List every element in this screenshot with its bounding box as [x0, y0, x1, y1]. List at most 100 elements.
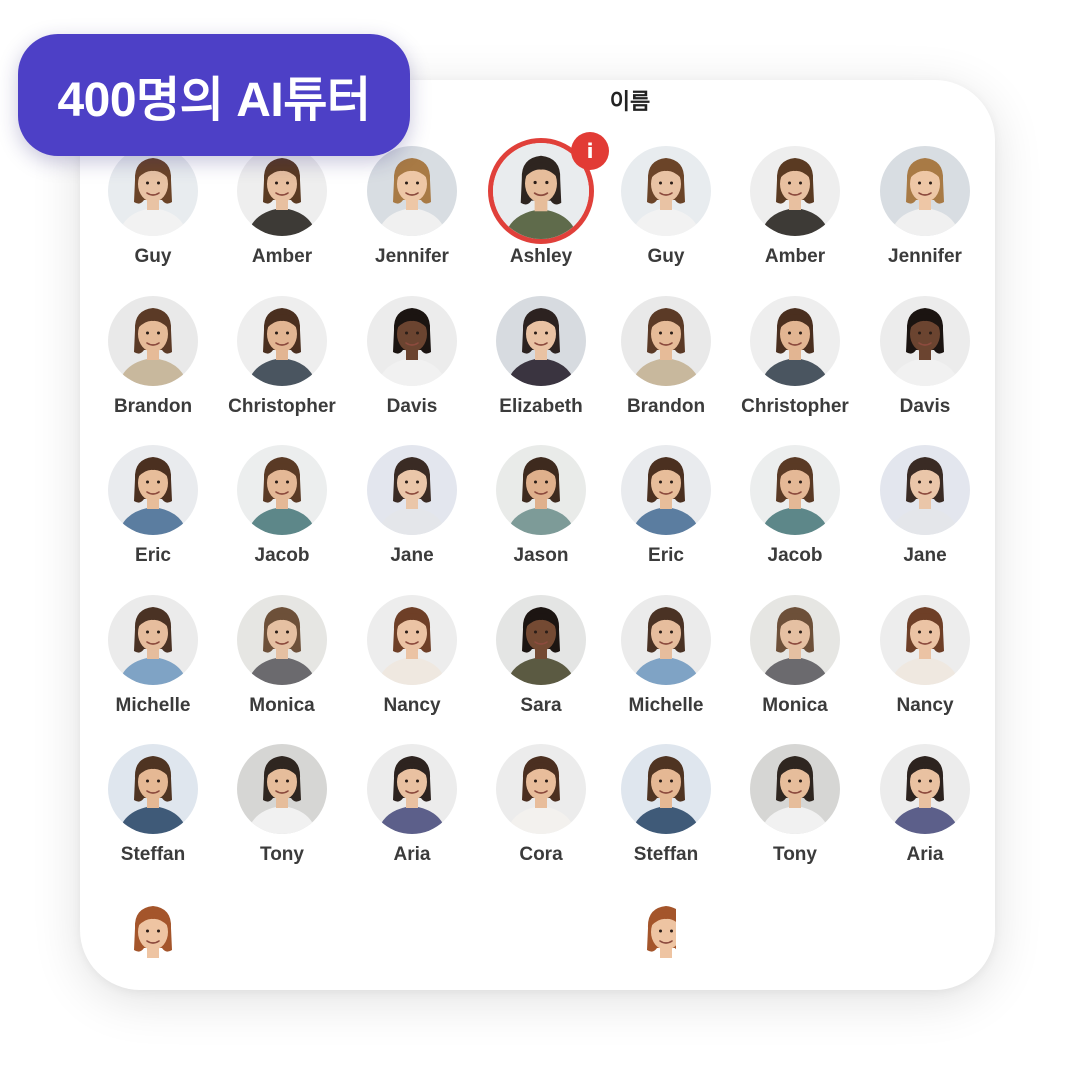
tutor-avatar — [237, 296, 327, 386]
tutor-name: Tony — [773, 844, 817, 865]
tutor-item[interactable]: Brandon — [601, 296, 731, 436]
tutor-item[interactable]: Michelle — [88, 595, 218, 735]
tutor-item[interactable]: Tony — [217, 744, 347, 884]
tutor-item[interactable]: Davis — [860, 296, 990, 436]
tutor-item[interactable]: Aria — [347, 744, 477, 884]
tutor-avatar — [367, 445, 457, 535]
tutor-item[interactable]: Christopher — [730, 296, 860, 436]
tutor-avatar — [496, 744, 586, 834]
tutor-name: Guy — [647, 246, 685, 267]
tutor-item[interactable]: i Ashley — [476, 132, 609, 286]
tutor-item[interactable]: Davis — [347, 296, 477, 436]
tutor-name: Jane — [390, 545, 434, 566]
tutor-item[interactable]: Cora — [476, 744, 606, 884]
tutor-name: Davis — [386, 396, 438, 417]
tutor-avatar — [108, 744, 198, 834]
tutor-item[interactable]: Eric — [601, 445, 731, 585]
tutor-name: Amber — [251, 246, 313, 267]
tutor-avatar — [237, 744, 327, 834]
tutor-item[interactable]: Michelle — [601, 595, 731, 735]
tutor-item[interactable]: Monica — [217, 595, 347, 735]
tutor-item[interactable]: Nancy — [347, 595, 477, 735]
tutor-item[interactable]: Aria — [860, 744, 990, 884]
tutor-avatar — [750, 296, 840, 386]
tutor-item[interactable]: Sara — [476, 595, 606, 735]
info-icon[interactable]: i — [571, 132, 609, 170]
tutor-item[interactable]: Jennifer — [347, 146, 477, 286]
tutor-name: Brandon — [113, 396, 193, 417]
tutor-name: Guy — [134, 246, 172, 267]
tutor-avatar — [621, 445, 711, 535]
tutor-item[interactable]: Jason — [476, 445, 606, 585]
tutor-avatar — [621, 296, 711, 386]
tutor-list-card: 이름 Guy Amber Jennifer i Ashley Guy Amber Jennif… — [80, 80, 995, 990]
tutor-avatar — [880, 595, 970, 685]
tutor-avatar — [237, 146, 327, 236]
tutor-name: Brandon — [626, 396, 706, 417]
tutor-name: Jennifer — [375, 246, 449, 267]
tutor-name: Aria — [906, 844, 944, 865]
tutor-item[interactable]: Brandon — [88, 296, 218, 436]
tutor-item[interactable]: Guy — [88, 146, 218, 286]
tutor-name: Christopher — [228, 396, 336, 417]
tutor-item[interactable]: Elizabeth — [476, 296, 606, 436]
tutor-item[interactable]: Amber — [217, 146, 347, 286]
tutor-item[interactable]: Jacob — [730, 445, 860, 585]
tutor-item[interactable]: Guy — [601, 146, 731, 286]
tutor-avatar — [367, 595, 457, 685]
tutor-item[interactable]: Amber — [730, 146, 860, 286]
tutor-avatar — [108, 296, 198, 386]
tutor-avatar-partial[interactable] — [621, 894, 676, 984]
tutor-avatar — [750, 146, 840, 236]
tutor-avatar — [621, 146, 711, 236]
column-header-name: 이름 — [609, 89, 651, 114]
tutor-item[interactable]: Jane — [347, 445, 477, 585]
tutor-name: Davis — [899, 396, 951, 417]
tutor-avatar — [750, 744, 840, 834]
tutor-item[interactable]: Jane — [860, 445, 990, 585]
tutor-name: Jane — [903, 545, 947, 566]
tutor-avatar — [621, 744, 711, 834]
tutor-item[interactable]: Eric — [88, 445, 218, 585]
tutor-item[interactable]: Steffan — [601, 744, 731, 884]
tutor-avatar — [367, 146, 457, 236]
tutor-avatar — [880, 744, 970, 834]
tutor-avatar — [750, 445, 840, 535]
tutor-item[interactable]: Steffan — [88, 744, 218, 884]
tutor-avatar-partial[interactable] — [108, 894, 198, 984]
tutor-name: Steffan — [120, 844, 186, 865]
tutor-name: Monica — [762, 695, 828, 716]
tutor-avatar — [621, 595, 711, 685]
tutor-name: Nancy — [383, 695, 441, 716]
tutor-item[interactable]: Monica — [730, 595, 860, 735]
tutor-name: Jacob — [767, 545, 823, 566]
tutor-avatar — [108, 146, 198, 236]
tutor-name: Monica — [249, 695, 315, 716]
tutor-name: Aria — [393, 844, 431, 865]
tutor-avatar — [880, 296, 970, 386]
tutor-item[interactable]: Nancy — [860, 595, 990, 735]
tutor-avatar — [367, 744, 457, 834]
tutor-avatar — [496, 595, 586, 685]
tutor-item[interactable]: Tony — [730, 744, 860, 884]
tutor-avatar — [237, 445, 327, 535]
tutor-avatar — [496, 445, 586, 535]
tutor-avatar — [880, 445, 970, 535]
tutor-avatar — [750, 595, 840, 685]
tutor-name: Jacob — [254, 545, 310, 566]
tutor-name: Michelle — [115, 695, 191, 716]
tutor-name: Steffan — [633, 844, 699, 865]
tutor-avatar — [108, 445, 198, 535]
tutor-avatar — [880, 146, 970, 236]
tutor-name: Eric — [135, 545, 171, 566]
tutor-name: Eric — [648, 545, 684, 566]
tutor-name: Nancy — [896, 695, 954, 716]
tutor-name: Tony — [260, 844, 304, 865]
tutor-name: Christopher — [741, 396, 849, 417]
tutor-name: Jennifer — [888, 246, 962, 267]
tutor-item[interactable]: Jacob — [217, 445, 347, 585]
tutor-item[interactable]: Christopher — [217, 296, 347, 436]
tutor-item[interactable]: Jennifer — [860, 146, 990, 286]
tutor-avatar — [237, 595, 327, 685]
tutor-avatar — [108, 595, 198, 685]
